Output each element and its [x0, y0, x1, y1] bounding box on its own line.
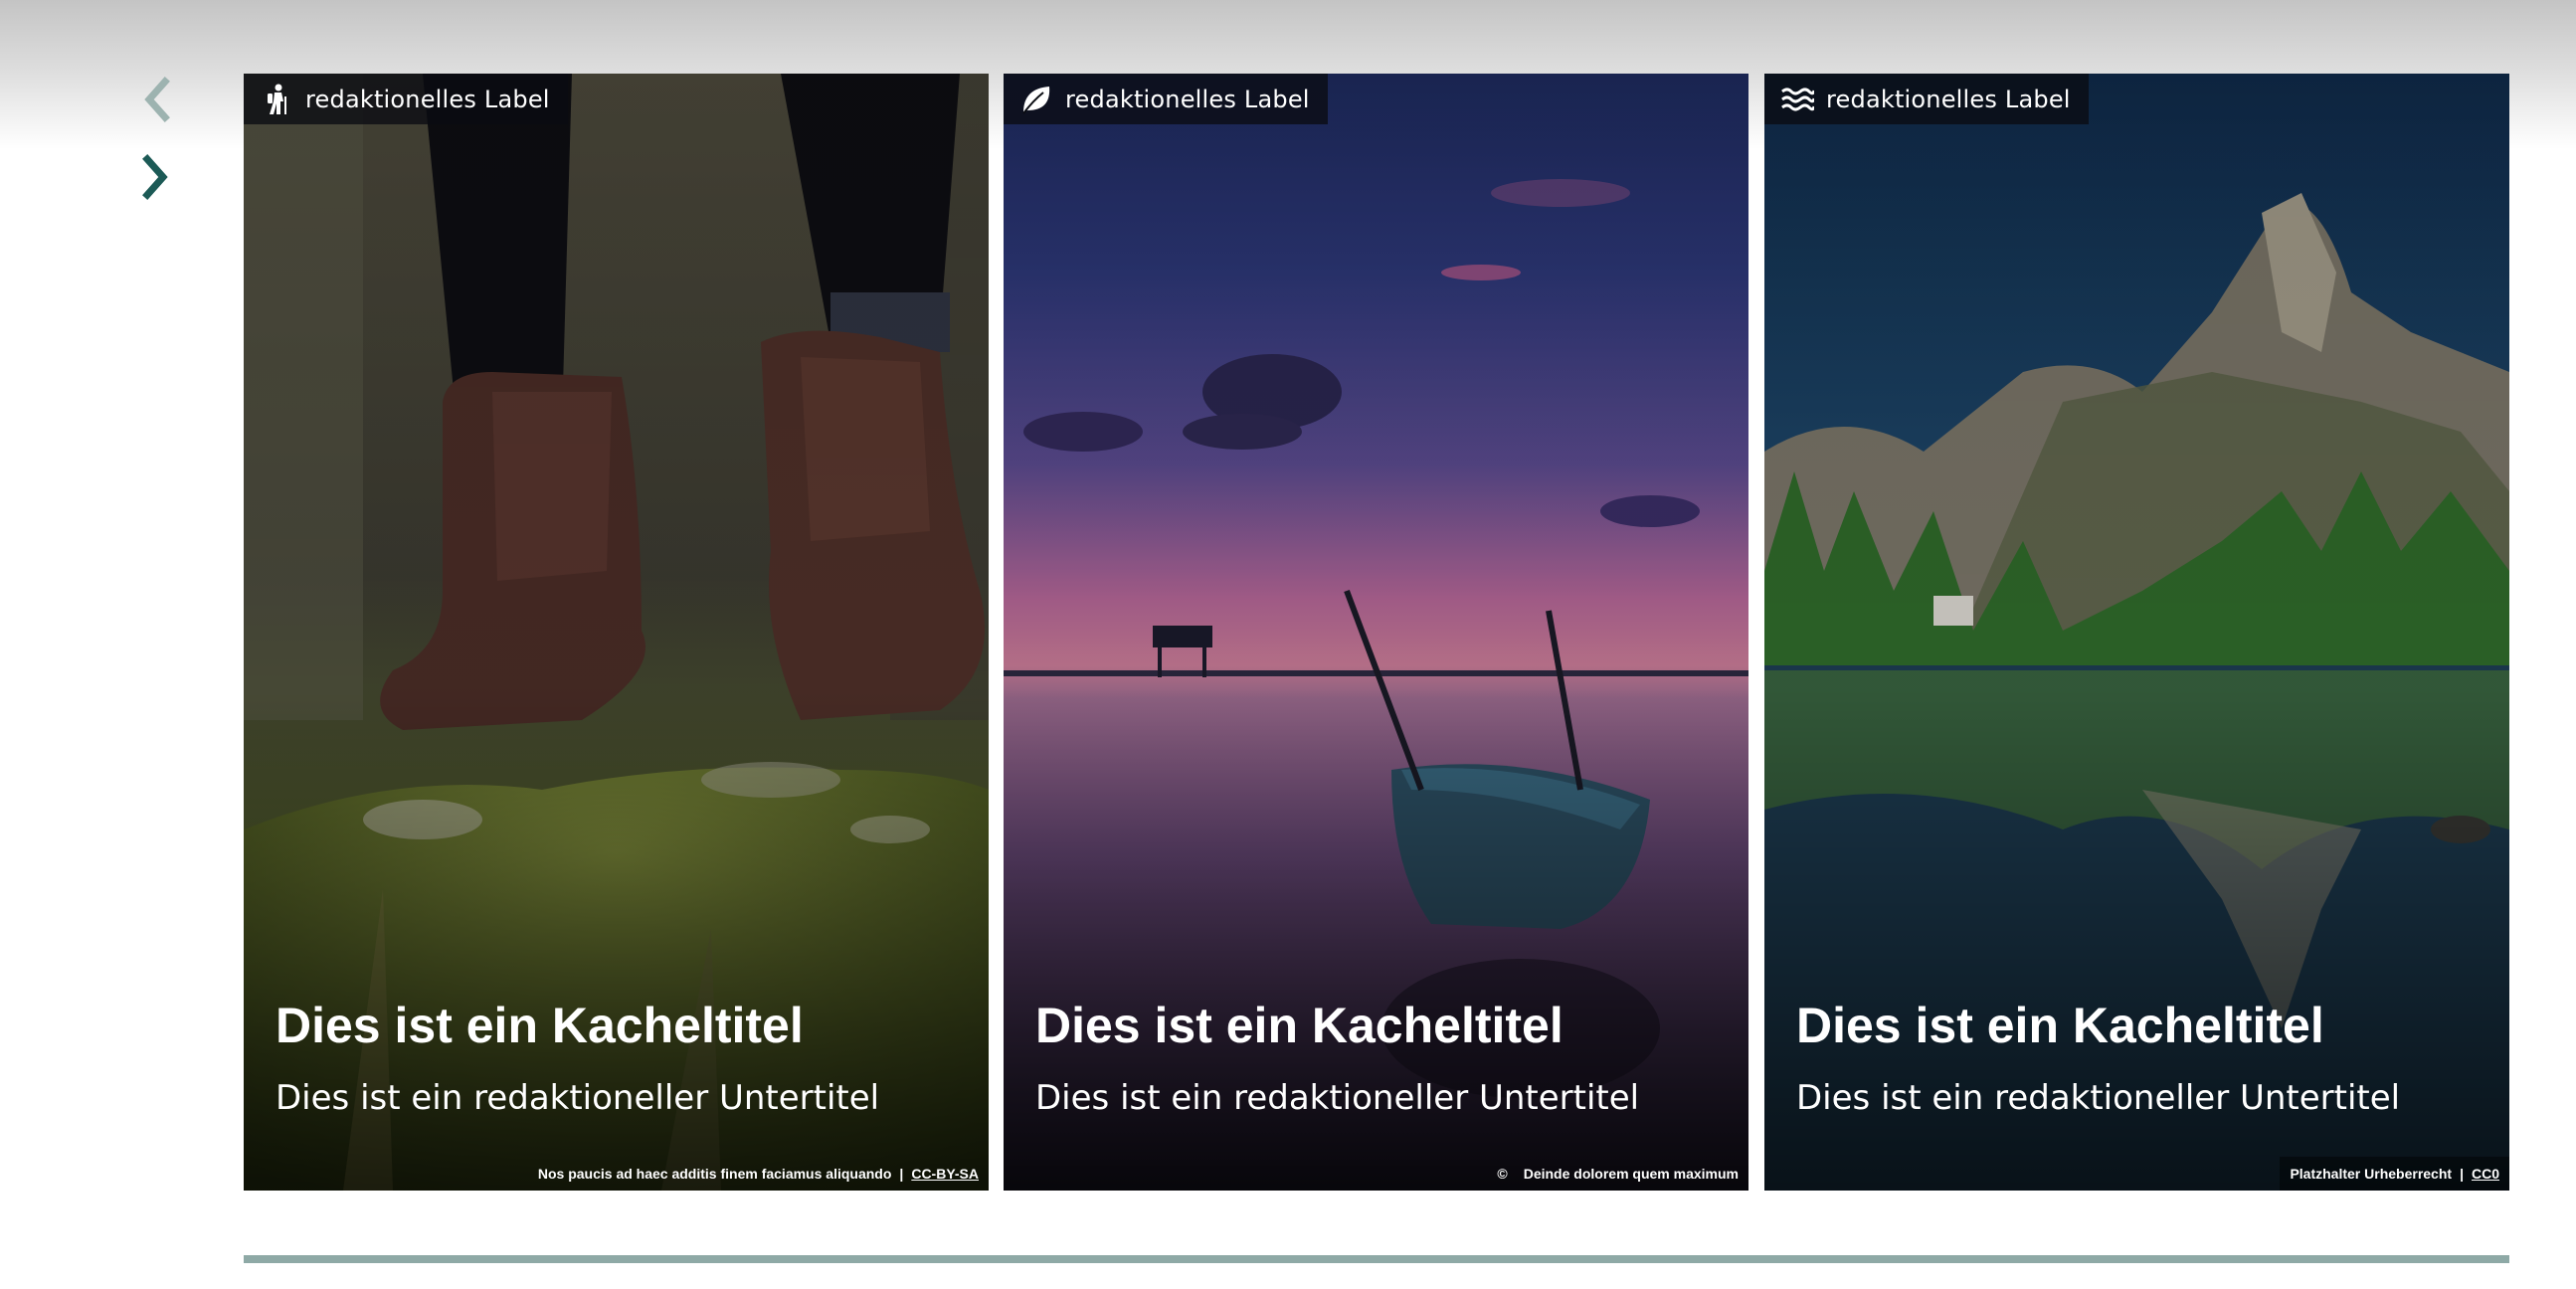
credit-separator: |	[2460, 1166, 2464, 1182]
waves-icon	[1780, 83, 1814, 116]
image-credit: Nos paucis ad haec additis finem faciamu…	[528, 1157, 989, 1191]
tile-nature[interactable]: redaktionelles Label Dies ist ein Kachel…	[1004, 74, 1748, 1191]
image-credit: © Deinde dolorem quem maximum	[1487, 1157, 1748, 1191]
carousel-next-button[interactable]	[136, 147, 176, 207]
chevron-left-icon	[144, 77, 170, 122]
carousel-prev-button[interactable]	[136, 70, 176, 129]
hiker-icon	[260, 83, 293, 116]
image-credit: Platzhalter Urheberrecht | CC0	[2280, 1157, 2509, 1191]
tile-subtitle: Dies ist ein redaktioneller Untertitel	[1796, 1078, 2401, 1118]
editorial-label-text: redaktionelles Label	[305, 85, 550, 113]
editorial-label: redaktionelles Label	[1004, 74, 1328, 124]
editorial-label: redaktionelles Label	[1764, 74, 2089, 124]
copyright-symbol: ©	[1497, 1166, 1508, 1182]
credit-text: Nos paucis ad haec additis finem faciamu…	[537, 1166, 892, 1182]
tile-hiking[interactable]: redaktionelles Label Dies ist ein Kachel…	[244, 74, 989, 1191]
carousel-progress-bar	[244, 1255, 2509, 1263]
leaf-icon	[1019, 83, 1053, 116]
tile-subtitle: Dies ist ein redaktioneller Untertitel	[1035, 1078, 1640, 1118]
credit-text: Deinde dolorem quem maximum	[1523, 1166, 1739, 1182]
tile-water[interactable]: redaktionelles Label Dies ist ein Kachel…	[1764, 74, 2509, 1191]
tile-title: Dies ist ein Kacheltitel	[276, 998, 804, 1053]
tile-title: Dies ist ein Kacheltitel	[1035, 998, 1564, 1053]
editorial-label-text: redaktionelles Label	[1065, 85, 1310, 113]
credit-text: Platzhalter Urheberrecht	[2290, 1166, 2453, 1182]
license-link[interactable]: CC-BY-SA	[911, 1166, 979, 1182]
tile-title: Dies ist ein Kacheltitel	[1796, 998, 2324, 1053]
editorial-label-text: redaktionelles Label	[1826, 85, 2071, 113]
credit-separator: |	[899, 1166, 904, 1182]
license-link[interactable]: CC0	[2472, 1166, 2499, 1182]
chevron-right-icon	[142, 154, 168, 200]
editorial-label: redaktionelles Label	[244, 74, 568, 124]
tile-subtitle: Dies ist ein redaktioneller Untertitel	[276, 1078, 880, 1118]
